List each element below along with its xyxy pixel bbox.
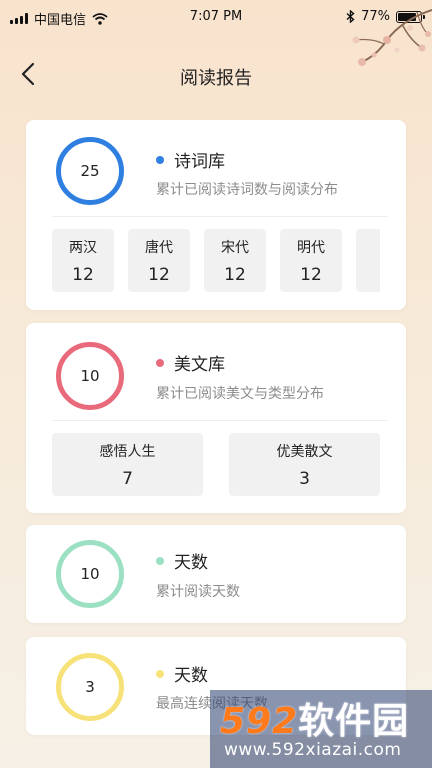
prose-count: 10 (80, 367, 100, 385)
dynasty-chip[interactable]: 两汉 12 (52, 229, 114, 292)
streak-days-title: 天数 (174, 666, 208, 686)
site-watermark: 592软件园 www.592xiazai.com (210, 690, 432, 768)
reading-days-ring: 10 (56, 540, 124, 608)
dynasty-chip[interactable]: 日 (356, 229, 380, 292)
reading-days-title: 天数 (174, 553, 208, 573)
reading-days-title-row: 天数 (156, 548, 208, 573)
streak-days-ring: 3 (56, 653, 124, 721)
dynasty-label: 两汉 (69, 239, 97, 256)
prose-type-chip[interactable]: 优美散文 3 (229, 433, 380, 496)
streak-days-title-row: 天数 (156, 661, 208, 686)
dynasty-count: 12 (224, 264, 246, 285)
prose-divider (52, 420, 388, 421)
watermark-logo: 592软件园 (220, 692, 409, 744)
prose-dot-icon (156, 358, 164, 367)
prose-type-list: 感悟人生 7 优美散文 3 (52, 433, 380, 496)
dynasty-label: 宋代 (221, 239, 249, 256)
reading-days-dot-icon (156, 556, 164, 565)
watermark-url: www.592xiazai.com (224, 740, 402, 760)
watermark-logo-number: 592 (220, 701, 299, 742)
dynasty-label: 唐代 (145, 239, 173, 256)
prose-type-label: 优美散文 (276, 443, 333, 460)
prose-card[interactable]: 10 美文库 累计已阅读美文与类型分布 感悟人生 7 优美散文 3 (26, 323, 406, 513)
poetry-count-ring: 25 (56, 137, 124, 205)
reading-days-card[interactable]: 10 天数 累计阅读天数 (26, 525, 406, 623)
dynasty-count: 12 (72, 264, 94, 285)
reading-days-subtitle: 累计阅读天数 (156, 584, 240, 600)
dynasty-chip-list[interactable]: 两汉 12 唐代 12 宋代 12 明代 12 日 (52, 229, 380, 292)
prose-subtitle: 累计已阅读美文与类型分布 (156, 386, 324, 402)
streak-days-count: 3 (85, 678, 95, 696)
dynasty-count: 12 (300, 264, 322, 285)
reading-days-count: 10 (80, 565, 100, 583)
poetry-count: 25 (80, 162, 100, 180)
poetry-card[interactable]: 25 诗词库 累计已阅读诗词数与阅读分布 两汉 12 唐代 12 宋代 12 明… (26, 120, 406, 310)
prose-count-ring: 10 (56, 342, 124, 410)
prose-title-row: 美文库 (156, 350, 225, 375)
watermark-logo-text: 软件园 (298, 701, 410, 742)
poetry-divider (52, 216, 388, 217)
nav-bar: 阅读报告 (0, 52, 432, 96)
poetry-title: 诗词库 (174, 152, 225, 172)
poetry-title-row: 诗词库 (156, 147, 225, 172)
dynasty-chip[interactable]: 明代 12 (280, 229, 342, 292)
prose-type-label: 感悟人生 (99, 443, 156, 460)
prose-type-count: 3 (299, 468, 310, 489)
dynasty-chip[interactable]: 宋代 12 (204, 229, 266, 292)
prose-type-chip[interactable]: 感悟人生 7 (52, 433, 203, 496)
poetry-subtitle: 累计已阅读诗词数与阅读分布 (156, 182, 338, 198)
page-title: 阅读报告 (180, 68, 252, 89)
streak-days-dot-icon (156, 669, 164, 678)
prose-type-count: 7 (122, 468, 133, 489)
dynasty-label: 明代 (297, 239, 325, 256)
dynasty-count: 12 (148, 264, 170, 285)
poetry-dot-icon (156, 155, 164, 164)
dynasty-chip[interactable]: 唐代 12 (128, 229, 190, 292)
prose-title: 美文库 (174, 355, 225, 375)
